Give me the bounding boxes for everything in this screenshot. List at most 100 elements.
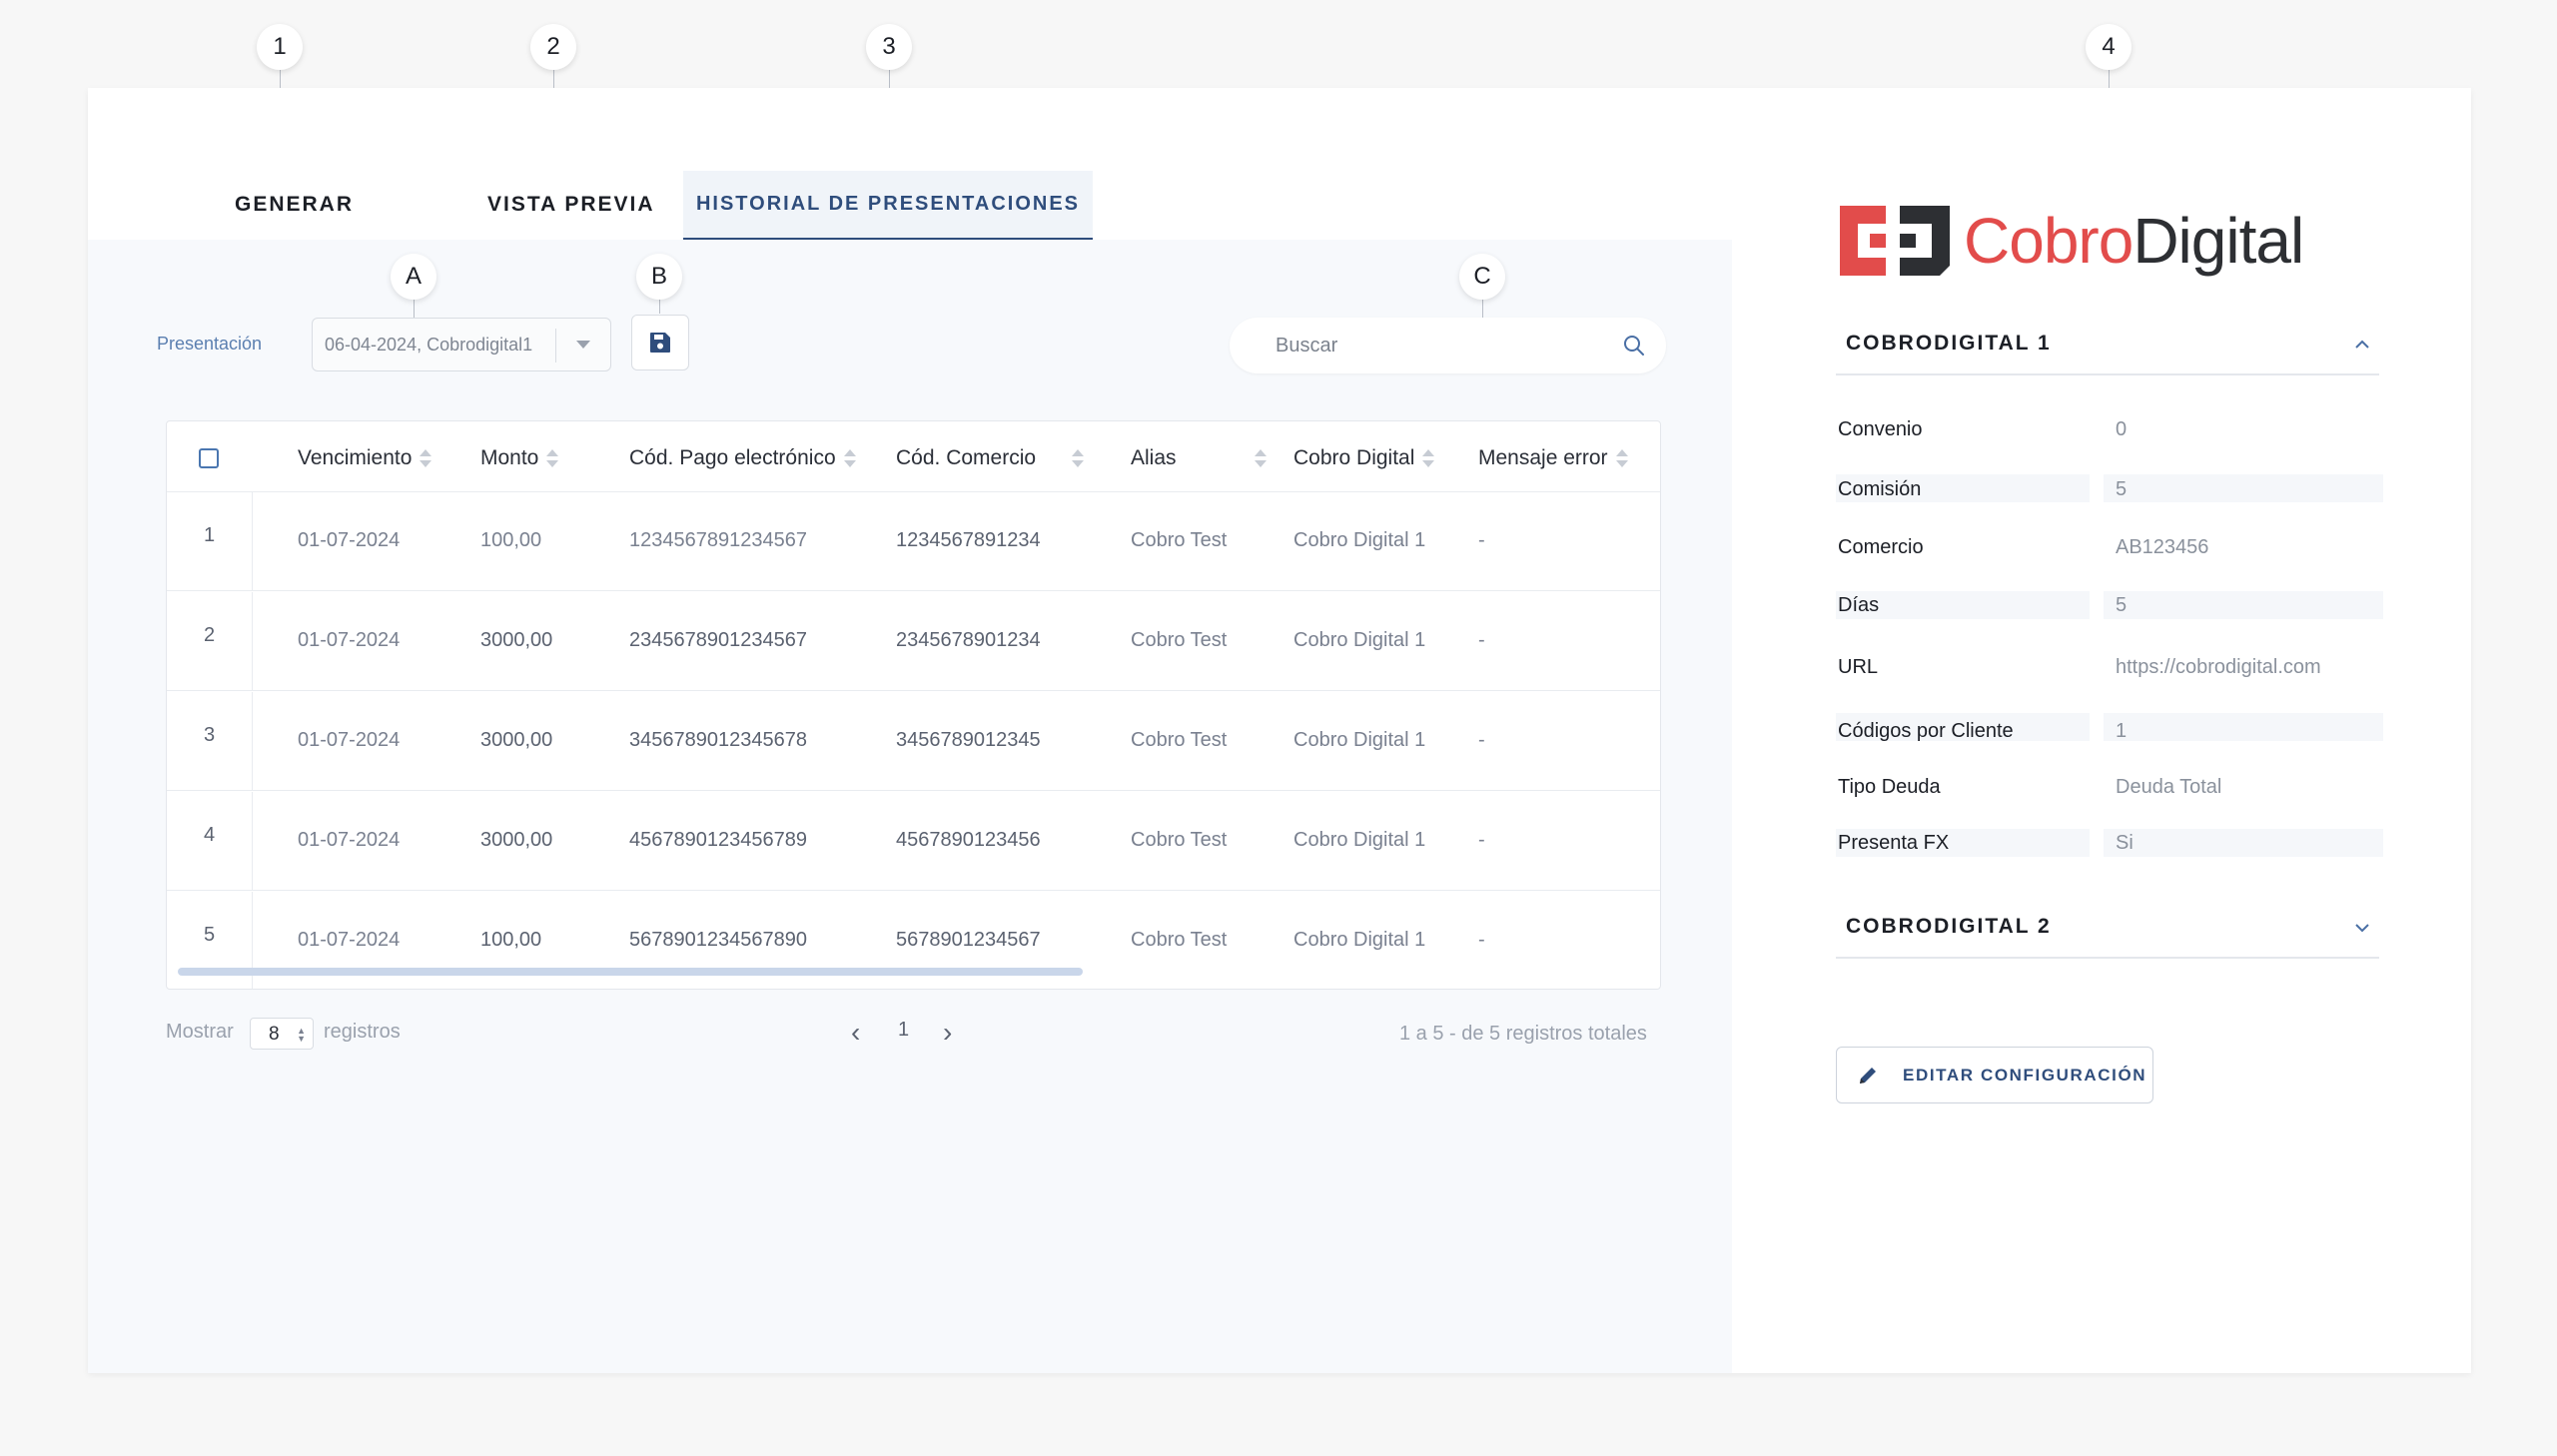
- col-mensaje-error[interactable]: Mensaje error: [1478, 446, 1628, 470]
- cell-mensaje-error: -: [1478, 629, 1485, 651]
- cell-cod-pago: 1234567891234567: [629, 529, 807, 551]
- row-index: 2: [167, 592, 253, 690]
- section-title: COBRODIGITAL 1: [1846, 332, 2052, 355]
- col-cobro-digital[interactable]: Cobro Digital: [1293, 446, 1435, 470]
- col-cod-comercio[interactable]: Cód. Comercio: [896, 446, 1085, 470]
- table-row[interactable]: 3 01-07-2024 3000,00 3456789012345678 34…: [167, 692, 1660, 791]
- chevron-up-icon[interactable]: [2353, 336, 2371, 354]
- section-cobrodigital-1[interactable]: COBRODIGITAL 1: [1836, 314, 2379, 375]
- tab-vista-previa[interactable]: VISTA PREVIA: [487, 193, 655, 217]
- col-cod-pago[interactable]: Cód. Pago electrónico: [629, 446, 856, 470]
- marker-4: 4: [2086, 24, 2131, 70]
- table-header: Vencimiento Monto Cód. Pago electrónico …: [167, 421, 1660, 492]
- cell-monto: 3000,00: [480, 829, 553, 851]
- tab-generar[interactable]: GENERAR: [235, 193, 354, 217]
- field-label: Comisión: [1838, 478, 1922, 500]
- chevron-down-icon: [576, 341, 590, 349]
- cell-cod-comercio: 1234567891234: [896, 529, 1041, 551]
- cell-monto: 100,00: [480, 929, 542, 951]
- section-title: COBRODIGITAL 2: [1846, 915, 2052, 938]
- presentacion-select-value: 06-04-2024, Cobrodigital1: [325, 335, 533, 355]
- field-value: Deuda Total: [2116, 776, 2222, 798]
- marker-2: 2: [530, 24, 576, 70]
- page-size-value: 8: [269, 1024, 280, 1045]
- field-label: Presenta FX: [1838, 832, 1950, 854]
- row-band: [2104, 591, 2383, 619]
- row-index: 1: [167, 492, 253, 590]
- field-label: Comercio: [1838, 536, 1924, 558]
- table-row[interactable]: 4 01-07-2024 3000,00 4567890123456789 45…: [167, 792, 1660, 891]
- horizontal-scrollbar[interactable]: [178, 968, 1083, 976]
- tab-historial[interactable]: HISTORIAL DE PRESENTACIONES: [683, 171, 1093, 241]
- search-input[interactable]: [1276, 332, 1595, 360]
- cell-monto: 100,00: [480, 529, 542, 551]
- field-value: Si: [2116, 832, 2133, 854]
- sort-icon[interactable]: [420, 448, 432, 468]
- field-label: Convenio: [1838, 418, 1923, 440]
- edit-config-button[interactable]: EDITAR CONFIGURACIÓN: [1836, 1047, 2153, 1103]
- col-vencimiento-label: Vencimiento: [298, 446, 413, 469]
- sort-icon[interactable]: [546, 448, 559, 468]
- marker-c: C: [1459, 254, 1505, 300]
- search-icon[interactable]: [1622, 334, 1646, 358]
- pencil-icon: [1860, 1067, 1876, 1084]
- cell-cobro-digital: Cobro Digital 1: [1293, 829, 1426, 851]
- cell-monto: 3000,00: [480, 629, 553, 651]
- cell-alias: Cobro Test: [1131, 529, 1228, 551]
- table-row[interactable]: 2 01-07-2024 3000,00 2345678901234567 23…: [167, 592, 1660, 691]
- cell-vencimiento: 01-07-2024: [298, 929, 401, 951]
- col-monto-label: Monto: [480, 446, 539, 469]
- field-value: 0: [2116, 418, 2128, 440]
- field-value: 5: [2116, 478, 2128, 500]
- table-row[interactable]: 1 01-07-2024 100,00 1234567891234567 123…: [167, 492, 1660, 591]
- section-cobrodigital-2[interactable]: COBRODIGITAL 2: [1836, 897, 2379, 959]
- cell-alias: Cobro Test: [1131, 729, 1228, 751]
- field-value: 1: [2116, 720, 2128, 742]
- col-cod-comercio-label: Cód. Comercio: [896, 446, 1037, 469]
- field-value: https://cobrodigital.com: [2116, 656, 2321, 678]
- sort-icon[interactable]: [843, 448, 856, 468]
- marker-3: 3: [866, 24, 912, 70]
- chevron-down-icon[interactable]: [2353, 919, 2371, 937]
- marker-c-line: [1482, 300, 1483, 318]
- col-mensaje-error-label: Mensaje error: [1478, 446, 1608, 469]
- sort-icon[interactable]: [1615, 448, 1628, 468]
- marker-a-line: [414, 300, 415, 318]
- chevron-right-icon[interactable]: ›: [943, 1017, 952, 1049]
- sort-icon[interactable]: [1422, 448, 1435, 468]
- col-alias[interactable]: Alias: [1131, 446, 1267, 470]
- field-label: URL: [1838, 656, 1879, 678]
- presentations-table: Vencimiento Monto Cód. Pago electrónico …: [166, 420, 1661, 990]
- marker-a: A: [391, 254, 436, 300]
- sort-icon[interactable]: [1072, 448, 1085, 468]
- cell-cobro-digital: Cobro Digital 1: [1293, 729, 1426, 751]
- field-label: Días: [1838, 594, 1880, 616]
- cell-vencimiento: 01-07-2024: [298, 729, 401, 751]
- page-number[interactable]: 1: [898, 1019, 909, 1042]
- field-value: AB123456: [2116, 536, 2209, 558]
- field-label: Tipo Deuda: [1838, 776, 1941, 798]
- cobrodigital-logo-mark: [1840, 206, 1950, 276]
- col-cod-pago-label: Cód. Pago electrónico: [629, 446, 836, 469]
- cell-cobro-digital: Cobro Digital 1: [1293, 629, 1426, 651]
- row-index: 3: [167, 692, 253, 790]
- chevron-left-icon[interactable]: ‹: [851, 1017, 860, 1049]
- marker-b: B: [636, 254, 682, 300]
- tabs-bar: GENERAR VISTA PREVIA HISTORIAL DE PRESEN…: [88, 88, 1732, 241]
- cell-cod-comercio: 5678901234567: [896, 929, 1041, 951]
- select-all-checkbox[interactable]: [199, 448, 219, 468]
- cobrodigital-logo: CobroDigital: [1840, 204, 2304, 278]
- row-index: 4: [167, 792, 253, 890]
- row-band: [2104, 474, 2383, 502]
- floppy-disk-icon: [650, 333, 670, 353]
- presentacion-select[interactable]: 06-04-2024, Cobrodigital1: [312, 318, 611, 371]
- save-button[interactable]: [631, 315, 689, 370]
- sort-icon[interactable]: [1254, 448, 1267, 468]
- logo-wordmark-part1: Cobro: [1964, 205, 2133, 277]
- stepper-arrows-icon[interactable]: ▲ ▼: [297, 1027, 306, 1044]
- cell-alias: Cobro Test: [1131, 629, 1228, 651]
- cell-monto: 3000,00: [480, 729, 553, 751]
- page-size-stepper[interactable]: 8 ▲ ▼: [250, 1018, 314, 1050]
- col-vencimiento[interactable]: Vencimiento: [298, 446, 432, 470]
- col-monto[interactable]: Monto: [480, 446, 559, 470]
